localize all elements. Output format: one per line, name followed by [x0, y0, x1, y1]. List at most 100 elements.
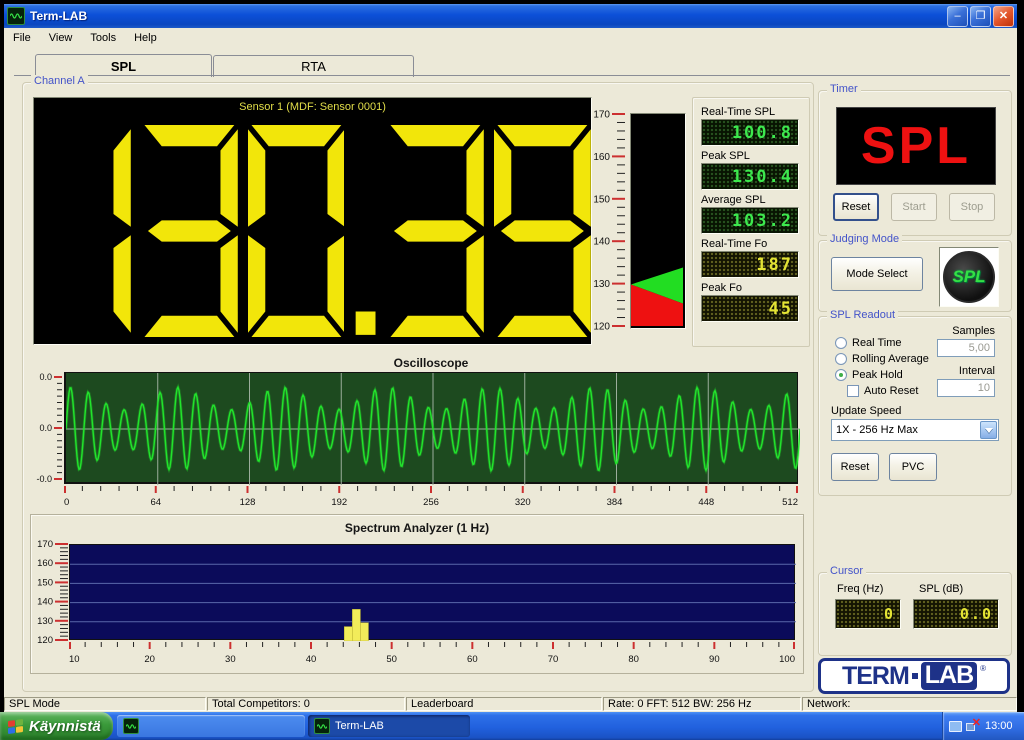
interval-label: Interval — [958, 365, 995, 377]
spectrum-y-axis: 120 130 140 150 160 170 — [35, 539, 69, 646]
svg-text:10: 10 — [69, 654, 80, 665]
app-window: Term-LAB – ❐ ✕ File View Tools Help SPL … — [4, 4, 1017, 713]
close-button[interactable]: ✕ — [993, 5, 1014, 27]
display-tray-icon[interactable] — [949, 720, 962, 732]
pvc-button[interactable]: PVC — [889, 453, 937, 481]
auto-reset-checkbox-box[interactable] — [847, 385, 859, 397]
start-button[interactable]: Käynnistä — [0, 712, 113, 740]
svg-text:0.0: 0.0 — [39, 372, 52, 382]
cursor-spl-value: 0.0 — [913, 599, 999, 629]
timer-stop-button[interactable]: Stop — [949, 193, 995, 221]
windows-flag-icon — [8, 718, 23, 734]
radio-real-time[interactable]: Real Time — [835, 337, 902, 349]
svg-text:50: 50 — [386, 654, 397, 665]
svg-text:100: 100 — [779, 654, 795, 665]
svg-text:90: 90 — [709, 654, 720, 665]
timer-start-button[interactable]: Start — [891, 193, 937, 221]
termlab-logo: TERM LAB ® — [818, 658, 1010, 694]
spl-main-display: Sensor 1 (MDF: Sensor 0001) — [33, 97, 592, 345]
menu-bar: File View Tools Help — [4, 28, 1017, 48]
taskbar-button-termlab[interactable]: Term-LAB — [308, 715, 470, 737]
timer-display: SPL — [836, 107, 996, 185]
menu-help[interactable]: Help — [125, 29, 166, 47]
radio-rolling-average[interactable]: Rolling Average — [835, 353, 929, 365]
svg-text:130: 130 — [37, 616, 53, 627]
radio-peak-hold-circle[interactable] — [835, 369, 847, 381]
spl-logo-text: SPL — [952, 267, 986, 286]
termlab-logo-lab: LAB — [920, 662, 978, 690]
timer-title: Timer — [827, 83, 861, 95]
samples-label: Samples — [952, 325, 995, 337]
readout-label-avg-spl: Average SPL — [701, 194, 766, 206]
auto-reset-checkbox[interactable]: Auto Reset — [847, 385, 918, 397]
svg-text:80: 80 — [628, 654, 639, 665]
tab-spl[interactable]: SPL — [35, 54, 212, 77]
svg-text:-0.0: -0.0 — [36, 474, 52, 484]
channel-a-title: Channel A — [31, 75, 88, 87]
readout-reset-button[interactable]: Reset — [831, 453, 879, 481]
svg-text:140: 140 — [593, 237, 610, 248]
tab-baseline — [14, 75, 1010, 76]
timer-reset-button[interactable]: Reset — [833, 193, 879, 221]
dropdown-arrow-button[interactable] — [980, 421, 997, 439]
cursor-title: Cursor — [827, 565, 867, 577]
update-speed-label: Update Speed — [831, 405, 902, 417]
status-bar: SPL Mode Total Competitors: 0 Leaderboar… — [4, 697, 1017, 713]
app-waveform-icon — [7, 7, 25, 25]
cursor-freq-value: 0 — [835, 599, 901, 629]
svg-text:512: 512 — [782, 497, 798, 508]
interval-field[interactable] — [937, 379, 995, 397]
screen: Term-LAB – ❐ ✕ File View Tools Help SPL … — [0, 0, 1024, 740]
svg-text:160: 160 — [37, 558, 53, 569]
readout-label-peak-fo: Peak Fo — [701, 282, 742, 294]
radio-real-time-circle[interactable] — [835, 337, 847, 349]
update-speed-dropdown[interactable]: 1X - 256 Hz Max — [831, 419, 999, 441]
status-spl-mode: SPL Mode — [4, 697, 206, 711]
status-network: Network: — [802, 697, 1017, 711]
readout-label-peak-spl: Peak SPL — [701, 150, 750, 162]
titlebar[interactable]: Term-LAB – ❐ ✕ — [4, 4, 1017, 28]
meter-bar — [630, 113, 686, 329]
termlab-logo-term: TERM — [841, 661, 910, 690]
restore-button[interactable]: ❐ — [970, 5, 991, 27]
menu-view[interactable]: View — [40, 29, 82, 47]
meter-scale: 120 130 140 150 160 170 — [590, 104, 630, 336]
spl-logo-frame: SPL — [939, 247, 999, 307]
oscilloscope-x-axis: 0 64 128 192 256 320 384 448 512 — [64, 486, 798, 510]
status-competitors: Total Competitors: 0 — [207, 697, 405, 711]
status-rate: Rate: 0 FFT: 512 BW: 256 Hz — [603, 697, 801, 711]
readout-value-peak-spl: 130.4 — [701, 163, 799, 190]
taskbar-button-label: Term-LAB — [335, 720, 384, 732]
judging-mode-title: Judging Mode — [827, 233, 903, 245]
svg-text:40: 40 — [306, 654, 317, 665]
spl-readout-group: SPL Readout Real Time Rolling Average Pe… — [818, 309, 1012, 496]
tab-rta[interactable]: RTA — [213, 55, 414, 77]
app-waveform-icon — [123, 718, 139, 734]
timer-display-text: SPL — [860, 117, 972, 175]
network-disconnected-icon[interactable]: ✕ — [966, 717, 981, 732]
oscilloscope-plot — [64, 372, 802, 485]
svg-text:256: 256 — [423, 497, 439, 508]
svg-text:120: 120 — [37, 635, 53, 645]
svg-text:192: 192 — [331, 497, 347, 508]
spl-logo-icon: SPL — [943, 251, 995, 303]
status-leaderboard: Leaderboard — [406, 697, 602, 711]
samples-field[interactable] — [937, 339, 995, 357]
radio-rolling-average-circle[interactable] — [835, 353, 847, 365]
svg-text:64: 64 — [150, 497, 161, 508]
oscilloscope-title: Oscilloscope — [393, 356, 469, 370]
readout-value-rt-fo: 187 — [701, 251, 799, 278]
minimize-button[interactable]: – — [947, 5, 968, 27]
radio-peak-hold[interactable]: Peak Hold — [835, 369, 903, 381]
menu-tools[interactable]: Tools — [81, 29, 125, 47]
readouts-panel: Real-Time SPL 100.8 Peak SPL 130.4 Avera… — [692, 97, 810, 347]
taskbar: Käynnistä Term-LAB ✕ 13:00 — [0, 712, 1024, 740]
taskbar-button-app-icon-only[interactable] — [117, 715, 305, 737]
spl-readout-title: SPL Readout — [827, 309, 899, 321]
svg-text:170: 170 — [37, 539, 53, 550]
cursor-group: Cursor Freq (Hz) SPL (dB) 0 0.0 — [818, 565, 1012, 656]
mode-select-button[interactable]: Mode Select — [831, 257, 923, 291]
svg-text:448: 448 — [698, 497, 714, 508]
menu-file[interactable]: File — [4, 29, 40, 47]
termlab-logo-registered: ® — [980, 664, 987, 673]
